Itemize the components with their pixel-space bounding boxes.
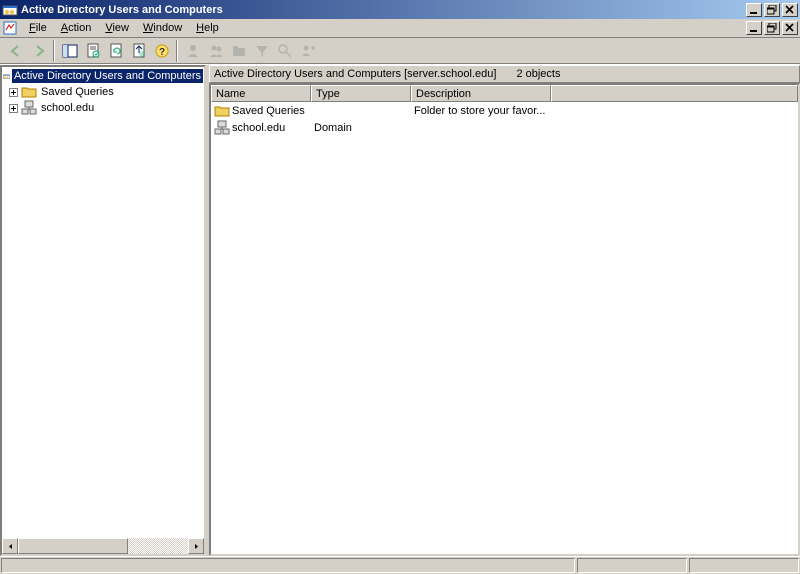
filter-button[interactable] xyxy=(250,40,273,62)
column-headers: Name Type Description xyxy=(211,85,798,102)
domain-icon xyxy=(21,100,37,116)
forward-button[interactable] xyxy=(27,40,50,62)
object-count: 2 objects xyxy=(516,68,560,80)
folder-icon xyxy=(214,103,230,119)
export-button[interactable] xyxy=(127,40,150,62)
toolbar-separator xyxy=(53,40,55,62)
status-bar xyxy=(0,556,800,574)
title-text: Active Directory Users and Computers xyxy=(21,4,744,16)
tree-saved-queries[interactable]: Saved Queries xyxy=(3,84,203,100)
cell-type: Domain xyxy=(311,122,411,134)
tree-root-label: Active Directory Users and Computers xyxy=(12,69,203,83)
add-to-group-button[interactable] xyxy=(296,40,319,62)
window-buttons xyxy=(744,3,798,17)
menu-file-label: ile xyxy=(36,22,47,34)
status-pane xyxy=(689,558,799,573)
expand-icon[interactable] xyxy=(9,104,18,113)
restore-button[interactable] xyxy=(764,3,780,17)
mdi-restore-button[interactable] xyxy=(764,21,780,35)
column-name[interactable]: Name xyxy=(211,85,311,102)
menu-action[interactable]: Action xyxy=(54,20,99,36)
properties-button[interactable] xyxy=(81,40,104,62)
tree-node-label: Saved Queries xyxy=(39,85,116,99)
tree-root[interactable]: Active Directory Users and Computers xyxy=(3,68,203,84)
details-pane: Active Directory Users and Computers [se… xyxy=(209,65,800,556)
menu-action-label: ction xyxy=(68,22,91,34)
svg-text:?: ? xyxy=(158,47,164,58)
menu-help[interactable]: Help xyxy=(189,20,226,36)
new-user-button[interactable] xyxy=(181,40,204,62)
column-spacer xyxy=(551,85,798,102)
new-ou-button[interactable] xyxy=(227,40,250,62)
scroll-right-button[interactable] xyxy=(188,538,204,554)
tree-pane: Active Directory Users and Computers Sav… xyxy=(0,65,206,556)
title-bar: Active Directory Users and Computers xyxy=(0,0,800,19)
list-item[interactable]: school.edu Domain xyxy=(211,119,798,136)
menu-window-label: indow xyxy=(153,22,182,34)
cell-description: Folder to store your favor... xyxy=(411,105,551,117)
mmc-icon xyxy=(2,20,18,36)
aduc-icon xyxy=(3,68,10,84)
cell-name: school.edu xyxy=(232,122,285,134)
tree-node-label: school.edu xyxy=(39,101,96,115)
folder-icon xyxy=(21,84,37,100)
menu-file[interactable]: File xyxy=(22,20,54,36)
column-type[interactable]: Type xyxy=(311,85,411,102)
toolbar-separator xyxy=(176,40,178,62)
list-body: Saved Queries Folder to store your favor… xyxy=(211,102,798,136)
tree-horizontal-scrollbar[interactable] xyxy=(2,538,204,554)
tree-domain[interactable]: school.edu xyxy=(3,100,203,116)
list-item[interactable]: Saved Queries Folder to store your favor… xyxy=(211,102,798,119)
scroll-track[interactable] xyxy=(18,538,188,554)
expand-icon[interactable] xyxy=(9,88,18,97)
column-description[interactable]: Description xyxy=(411,85,551,102)
main-area: Active Directory Users and Computers Sav… xyxy=(0,64,800,556)
refresh-button[interactable] xyxy=(104,40,127,62)
menu-help-label: elp xyxy=(204,22,219,34)
description-bar: Active Directory Users and Computers [se… xyxy=(209,65,800,83)
menu-view-label: iew xyxy=(112,22,129,34)
mdi-minimize-button[interactable] xyxy=(746,21,762,35)
cell-name: Saved Queries xyxy=(232,105,305,117)
app-icon xyxy=(2,2,18,18)
scroll-thumb[interactable] xyxy=(18,538,128,554)
find-button[interactable] xyxy=(273,40,296,62)
menu-window[interactable]: Window xyxy=(136,20,189,36)
domain-icon xyxy=(214,120,230,136)
menu-bar: File Action View Window Help xyxy=(0,19,800,38)
path-text: Active Directory Users and Computers [se… xyxy=(214,68,508,80)
new-group-button[interactable] xyxy=(204,40,227,62)
menu-view[interactable]: View xyxy=(98,20,136,36)
list-view[interactable]: Name Type Description Saved Queries Fold… xyxy=(209,83,800,556)
status-pane xyxy=(577,558,687,573)
tree-view[interactable]: Active Directory Users and Computers Sav… xyxy=(2,67,204,538)
toolbar: ? xyxy=(0,38,800,64)
mdi-close-button[interactable] xyxy=(782,21,798,35)
back-button[interactable] xyxy=(4,40,27,62)
minimize-button[interactable] xyxy=(746,3,762,17)
help-button[interactable]: ? xyxy=(150,40,173,62)
status-pane xyxy=(1,558,575,573)
show-hide-tree-button[interactable] xyxy=(58,40,81,62)
scroll-left-button[interactable] xyxy=(2,538,18,554)
close-button[interactable] xyxy=(782,3,798,17)
mdi-window-buttons xyxy=(744,21,798,35)
